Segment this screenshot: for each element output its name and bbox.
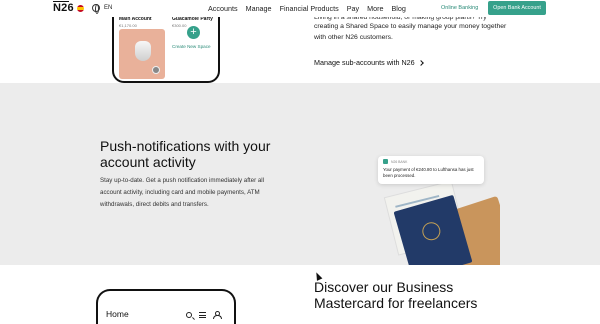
main-account-card[interactable] xyxy=(119,29,165,79)
user-icon xyxy=(213,311,222,319)
spain-flag-icon xyxy=(77,4,84,12)
list-icon xyxy=(199,311,206,318)
menu-item-pay[interactable]: Pay xyxy=(347,4,359,13)
online-banking-link[interactable]: Online Banking xyxy=(441,5,478,11)
n26-app-icon xyxy=(383,159,388,164)
shared-space-description: Living in a shared household, or making … xyxy=(314,17,514,43)
phone-mockup-spaces: Main Account €1,170.00 Guacamole Party €… xyxy=(112,13,220,83)
section-title: Push-notifications with your account act… xyxy=(100,138,271,170)
piggy-bank-icon xyxy=(135,41,151,61)
avatar xyxy=(152,66,160,74)
business-section: Home Discover our Business Mastercard fo… xyxy=(0,265,600,324)
search-icon xyxy=(186,311,192,318)
shared-space-text-cut: Living in a shared household, or making … xyxy=(314,17,487,21)
phone-home-title: Home xyxy=(106,309,129,319)
account-amount: €300.00 xyxy=(172,23,187,28)
language-label: EN xyxy=(104,5,113,11)
language-switcher[interactable]: EN xyxy=(77,4,113,14)
section-description: Stay up-to-date. Get a push notification… xyxy=(100,177,265,208)
notification-message: Your payment of €240.80 to Lufthansa has… xyxy=(383,167,474,178)
menu-item-financial-products[interactable]: Financial Products xyxy=(280,4,339,13)
menu-item-more[interactable]: More xyxy=(367,4,383,13)
menu-item-manage[interactable]: Manage xyxy=(246,4,272,13)
open-bank-account-button[interactable]: Open Bank Account xyxy=(488,1,546,15)
phone-mockup-home: Home xyxy=(96,289,236,324)
push-notification-card: N26 BANK Your payment of €240.80 to Luft… xyxy=(378,156,484,184)
main-menu: Accounts Manage Financial Products Pay M… xyxy=(208,4,414,13)
menu-item-accounts[interactable]: Accounts xyxy=(208,4,238,13)
create-space-label[interactable]: Create New Space xyxy=(172,44,211,49)
shared-space-section: Main Account €1,170.00 Guacamole Party €… xyxy=(0,13,600,83)
n26-logo[interactable]: N26 xyxy=(53,1,74,14)
push-notifications-section: Push-notifications with your account act… xyxy=(0,83,600,265)
menu-item-blog[interactable]: Blog xyxy=(391,4,405,13)
account-amount: €1,170.00 xyxy=(119,23,137,28)
passport-seal-icon xyxy=(420,220,443,243)
add-space-icon[interactable]: + xyxy=(187,26,200,39)
manage-sub-accounts-link[interactable]: Manage sub-accounts with N26 xyxy=(314,58,424,67)
globe-icon xyxy=(92,4,100,14)
notification-app-name: N26 BANK xyxy=(391,159,408,164)
chevron-right-icon xyxy=(417,59,424,66)
business-title: Discover our Business Mastercard for fre… xyxy=(314,279,478,311)
top-navigation: N26 EN Accounts Manage Financial Product… xyxy=(0,0,600,17)
